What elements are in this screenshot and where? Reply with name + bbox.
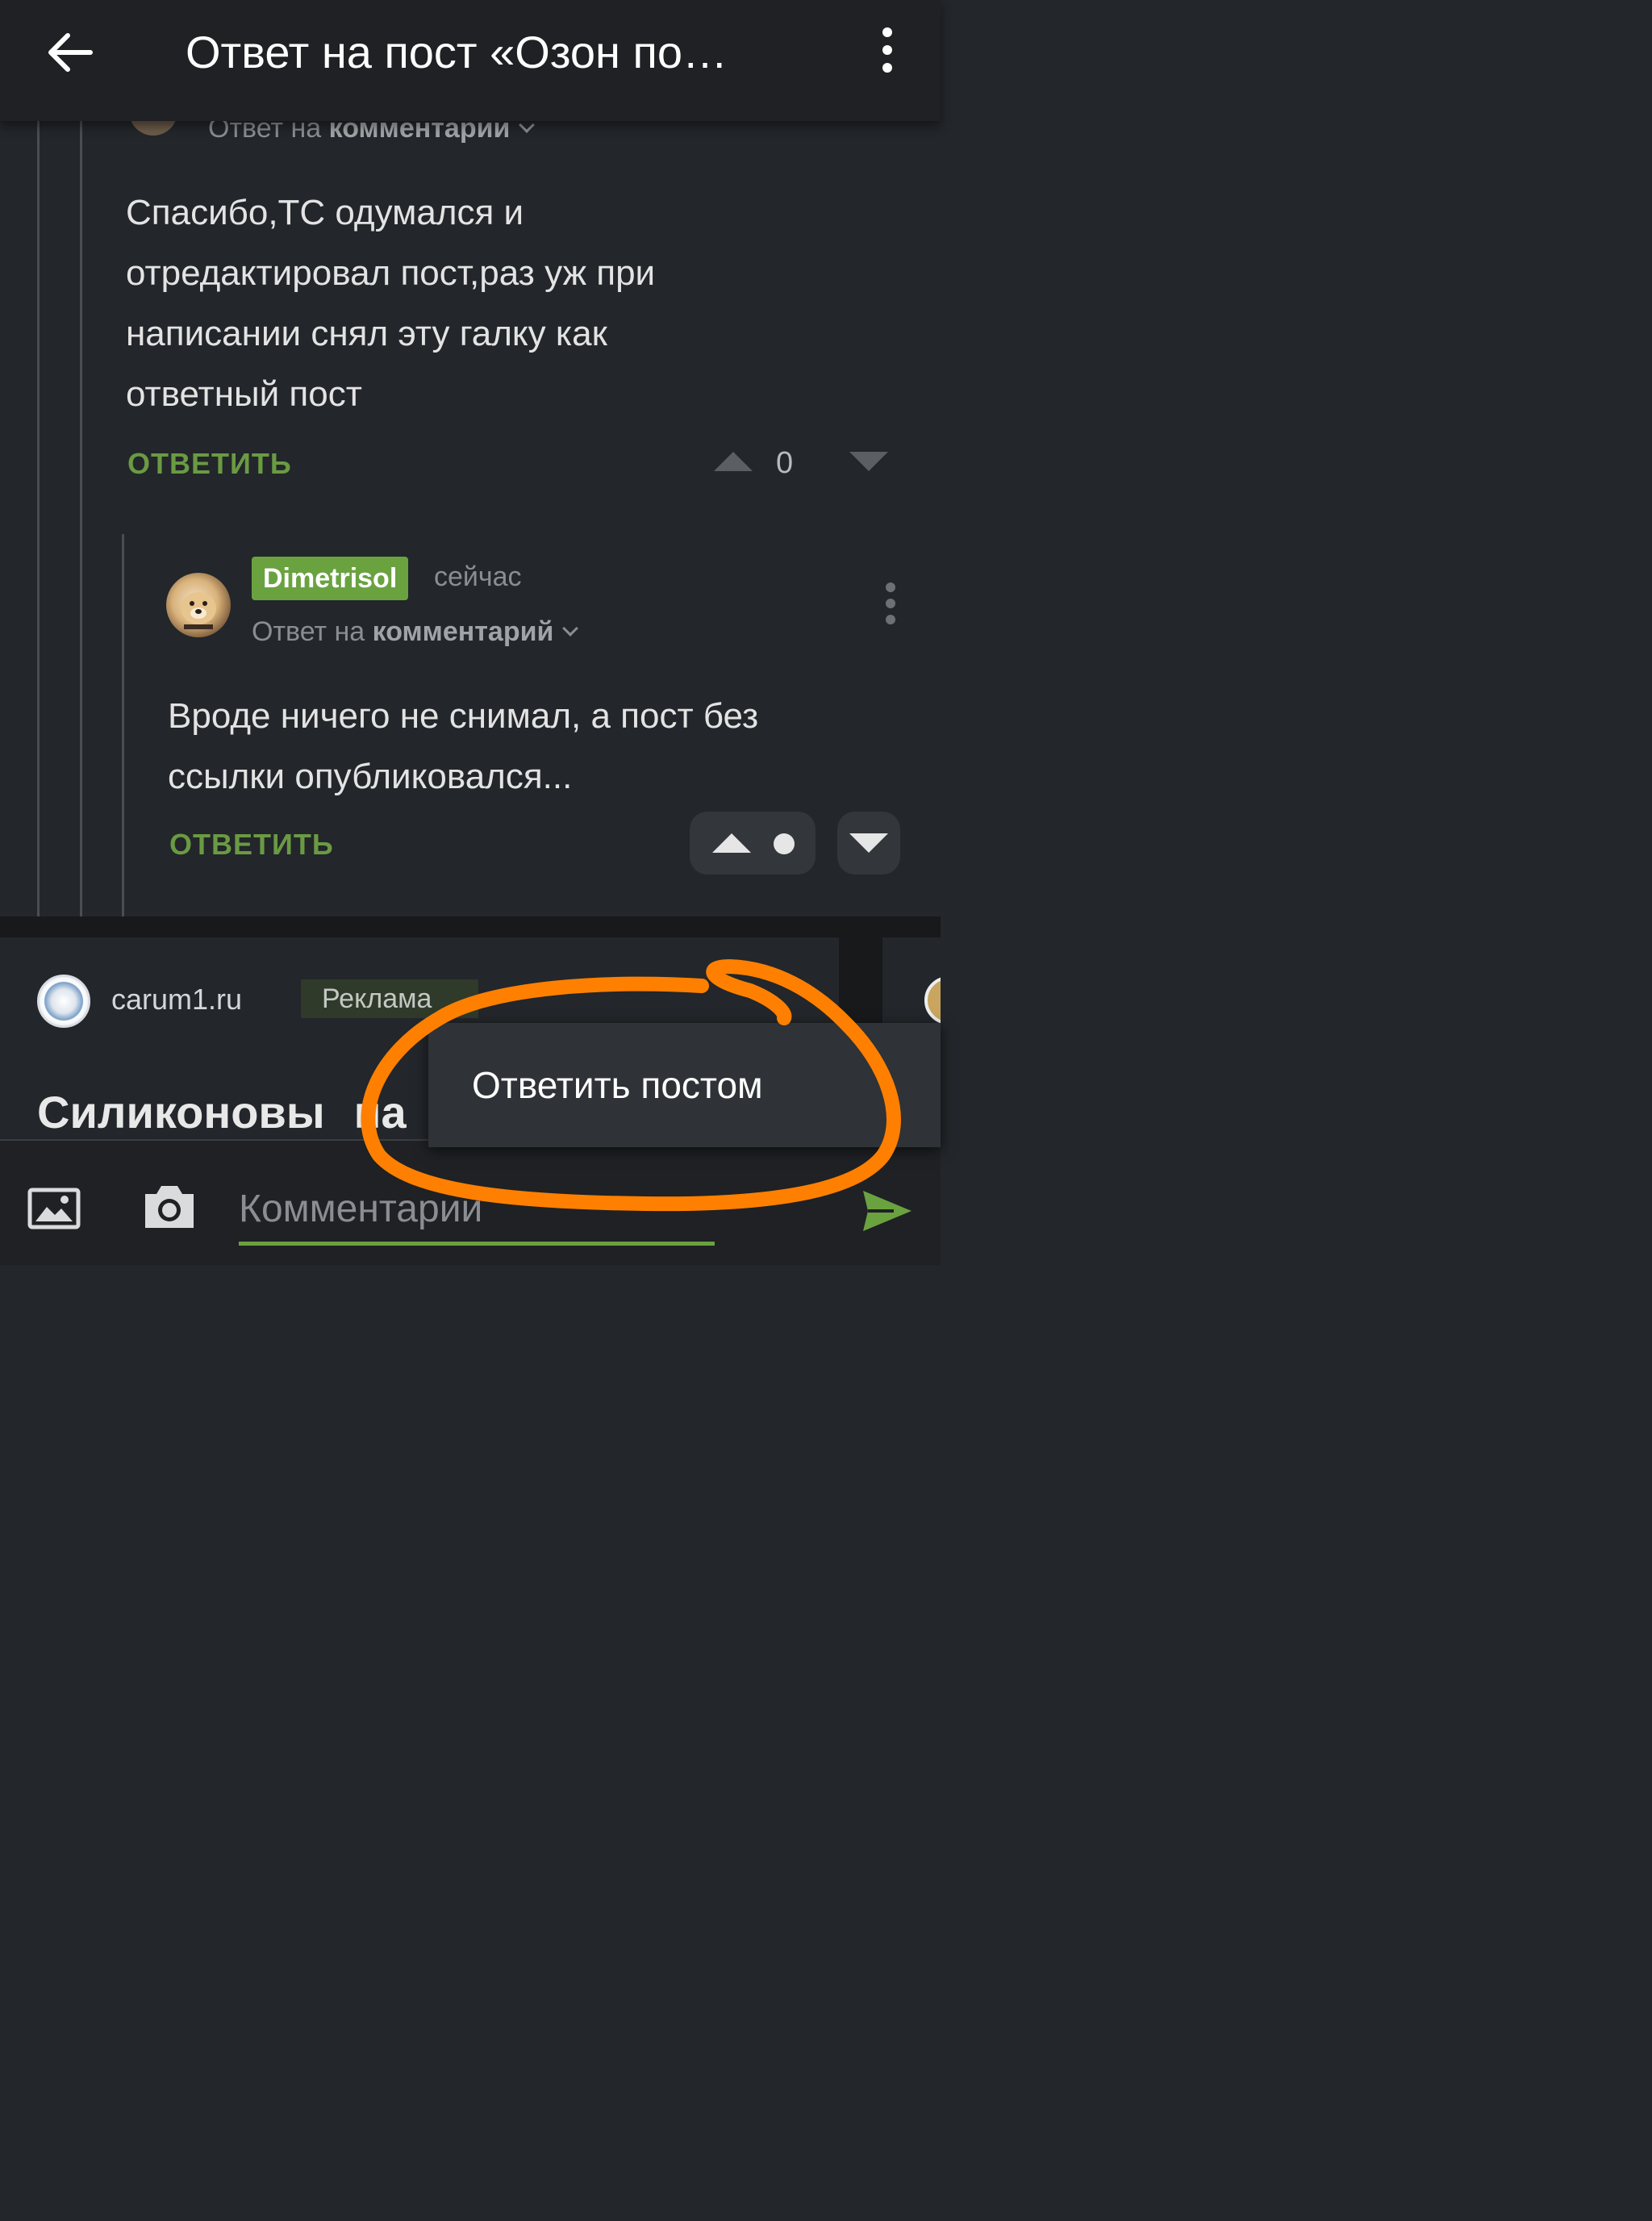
reply-to-target: комментарий <box>372 616 554 647</box>
username-badge[interactable]: Dimetrisol <box>252 557 409 600</box>
comment-text-line: Спасибо,ТС одумался и <box>126 193 524 232</box>
reply-with-post-menu-item[interactable]: Ответить постом <box>472 1063 763 1107</box>
rating-count: 0 <box>776 446 794 480</box>
thread-line <box>122 534 124 916</box>
ad-headline[interactable]: Силиконовы па <box>37 1086 407 1138</box>
reply-button[interactable]: ОТВЕТИТЬ <box>169 828 334 862</box>
comment-text-line: отредактировал пост,раз уж при <box>126 253 656 293</box>
comment-menu-icon[interactable] <box>881 581 900 626</box>
comment-text-line: написании снял эту галку как <box>126 314 607 353</box>
thread-line <box>80 121 82 916</box>
comment-text-line: Вроде ничего не снимал, а пост без <box>168 696 759 736</box>
page-title: Ответ на пост «Озон по… <box>186 27 728 77</box>
upvote-icon[interactable] <box>712 833 751 853</box>
upvote-icon[interactable] <box>714 452 753 471</box>
comment-text-line: ответный пост <box>126 374 362 414</box>
chevron-down-icon <box>562 620 579 637</box>
comment-text: Спасибо,ТС одумался и отредактировал пос… <box>126 182 655 424</box>
comment-input[interactable] <box>239 1181 715 1246</box>
vote-pill <box>690 812 816 875</box>
ad-headline-right: па <box>353 1087 407 1138</box>
reply-options-menu: Ответить постом <box>428 1023 941 1147</box>
send-icon[interactable] <box>861 1189 913 1233</box>
image-icon[interactable] <box>27 1188 81 1229</box>
advertiser-logo <box>37 975 90 1028</box>
top-app-bar: Ответ на пост «Озон по… <box>0 0 941 121</box>
ad-headline-left: Силиконовы <box>37 1087 325 1138</box>
comment-time: сейчас <box>434 562 522 592</box>
ad-label: Реклама <box>301 979 478 1018</box>
comment-text: Вроде ничего не снимал, а пост без ссылк… <box>168 686 758 807</box>
reply-to-link[interactable]: Ответ на комментарий <box>252 616 579 648</box>
advertiser-site[interactable]: carum1.ru <box>111 983 242 1017</box>
more-vertical-icon[interactable] <box>871 24 903 81</box>
rating-dot <box>774 833 795 854</box>
reply-to-prefix: Ответ на <box>252 616 365 647</box>
back-arrow-icon[interactable] <box>42 24 98 81</box>
comment-composer <box>0 1139 941 1265</box>
camera-icon[interactable] <box>142 1181 197 1231</box>
avatar[interactable] <box>166 573 231 637</box>
section-divider <box>0 916 941 937</box>
reply-button[interactable]: ОТВЕТИТЬ <box>127 447 292 481</box>
downvote-button[interactable] <box>837 812 900 875</box>
downvote-icon[interactable] <box>849 833 888 853</box>
downvote-icon[interactable] <box>849 452 888 471</box>
thread-line <box>37 121 40 916</box>
advertiser-logo <box>924 976 941 1025</box>
comment-text-line: ссылки опубликовался... <box>168 757 573 796</box>
